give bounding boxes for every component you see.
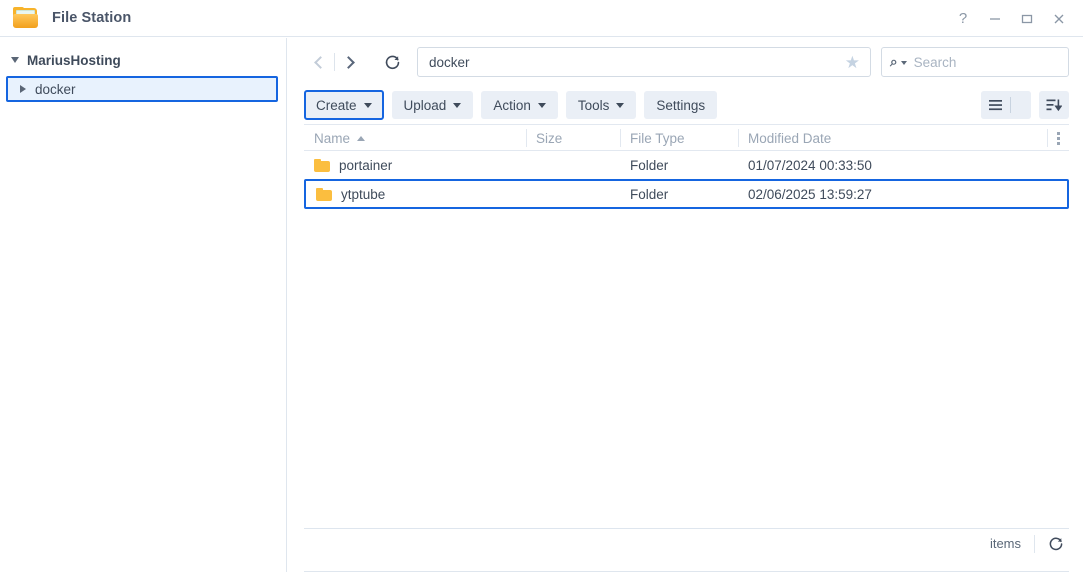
column-divider[interactable] <box>526 129 527 147</box>
refresh-icon <box>1049 537 1063 550</box>
file-list-header: Name Size File Type Modified Date <box>304 124 1069 151</box>
list-view-button[interactable] <box>981 91 1010 119</box>
chevron-down-icon <box>453 102 462 108</box>
folder-icon <box>314 158 330 172</box>
chevron-down-icon <box>616 102 625 108</box>
app-folder-icon <box>13 7 39 29</box>
upload-button-label: Upload <box>403 97 447 113</box>
chevron-down-icon <box>363 102 372 108</box>
tools-button-label: Tools <box>577 97 610 113</box>
column-label-name: Name <box>314 130 351 146</box>
sidebar-item-label: docker <box>35 81 76 97</box>
path-bar[interactable]: docker ★ <box>417 47 871 77</box>
file-type: Folder <box>630 157 669 173</box>
column-label-size: Size <box>536 130 563 146</box>
maximize-icon <box>1021 14 1033 23</box>
close-icon <box>1054 14 1064 23</box>
view-mode-dropdown[interactable] <box>1011 91 1031 119</box>
search-icon[interactable]: ⌕ <box>890 54 898 70</box>
search-bar[interactable]: ⌕ Search <box>881 47 1069 77</box>
settings-button[interactable]: Settings <box>644 91 718 119</box>
action-button-label: Action <box>493 97 531 113</box>
column-header-modified[interactable]: Modified Date <box>738 125 1048 151</box>
chevron-down-icon[interactable] <box>11 57 19 63</box>
column-divider[interactable] <box>620 129 621 147</box>
chevron-down-icon <box>537 102 546 108</box>
cell-size <box>528 181 622 207</box>
maximize-button[interactable] <box>1011 4 1043 34</box>
file-type: Folder <box>630 186 669 202</box>
search-input[interactable]: Search <box>914 55 957 70</box>
title-bar: File Station ? <box>0 0 1083 37</box>
column-header-size[interactable]: Size <box>526 125 620 151</box>
forward-arrow-icon <box>342 55 355 69</box>
forward-button[interactable] <box>335 47 365 77</box>
more-options-icon <box>1056 131 1060 145</box>
window-controls: ? <box>947 0 1075 37</box>
cell-modified: 02/06/2025 13:59:27 <box>738 181 1048 207</box>
back-arrow-icon <box>314 55 327 69</box>
folder-icon <box>316 187 332 201</box>
view-mode-control <box>981 91 1031 119</box>
close-button[interactable] <box>1043 4 1075 34</box>
file-modified: 01/07/2024 00:33:50 <box>748 157 872 173</box>
sidebar-root-label: MariusHosting <box>27 52 121 68</box>
column-label-filetype: File Type <box>630 130 685 146</box>
column-header-name[interactable]: Name <box>304 125 526 151</box>
table-row[interactable]: ytptube Folder 02/06/2025 13:59:27 <box>304 179 1069 209</box>
status-divider <box>1034 534 1035 553</box>
window-title: File Station <box>52 10 132 26</box>
action-toolbar: Create Upload Action Tools Settings <box>288 86 1083 124</box>
sort-button[interactable] <box>1039 91 1069 119</box>
nav-arrow-group <box>304 47 365 77</box>
minimize-button[interactable] <box>979 4 1011 34</box>
list-view-icon <box>989 100 1002 111</box>
file-name: ytptube <box>341 186 386 202</box>
search-chevron-down-icon[interactable] <box>900 61 907 65</box>
table-row[interactable]: portainer Folder 01/07/2024 00:33:50 <box>304 151 1069 179</box>
help-icon: ? <box>958 10 968 27</box>
cell-name: portainer <box>304 151 526 179</box>
column-header-filetype[interactable]: File Type <box>620 125 738 151</box>
cell-filetype: Folder <box>620 151 738 179</box>
status-bar: items <box>304 528 1069 558</box>
minimize-icon <box>990 17 1000 20</box>
refresh-button[interactable] <box>377 47 407 77</box>
column-divider[interactable] <box>738 129 739 147</box>
back-button[interactable] <box>304 47 334 77</box>
sort-ascending-icon <box>357 135 366 141</box>
file-list-body: portainer Folder 01/07/2024 00:33:50 ytp… <box>304 151 1069 209</box>
item-count-label: items <box>989 536 1021 551</box>
action-button[interactable]: Action <box>481 91 558 119</box>
navigation-bar: docker ★ ⌕ Search <box>288 38 1083 86</box>
file-modified: 02/06/2025 13:59:27 <box>748 186 872 202</box>
chevron-right-icon[interactable] <box>20 85 26 93</box>
main-panel: docker ★ ⌕ Search Create Upload Action T… <box>288 38 1083 572</box>
settings-button-label: Settings <box>656 97 706 113</box>
upload-button[interactable]: Upload <box>391 91 474 119</box>
file-station-window: File Station ? MariusHosting docker dock… <box>0 0 1083 572</box>
path-input[interactable]: docker <box>429 55 843 70</box>
file-name: portainer <box>339 157 393 173</box>
cell-size <box>526 151 620 179</box>
cell-name: ytptube <box>306 181 528 207</box>
column-options-button[interactable] <box>1047 125 1069 151</box>
refresh-icon <box>385 55 399 69</box>
star-icon[interactable]: ★ <box>843 54 862 71</box>
create-button-label: Create <box>316 97 357 113</box>
tools-button[interactable]: Tools <box>565 91 637 119</box>
create-button[interactable]: Create <box>304 90 384 120</box>
column-divider <box>1047 129 1048 147</box>
sidebar-item-docker[interactable]: docker <box>6 76 278 102</box>
help-button[interactable]: ? <box>947 4 979 34</box>
sort-descending-icon <box>1046 99 1062 112</box>
sidebar: MariusHosting docker <box>0 38 287 572</box>
sidebar-root-mariushosting[interactable]: MariusHosting <box>0 48 286 72</box>
column-label-modified: Modified Date <box>748 130 832 146</box>
cell-modified: 01/07/2024 00:33:50 <box>738 151 1048 179</box>
status-refresh-button[interactable] <box>1043 531 1069 557</box>
cell-filetype: Folder <box>620 181 738 207</box>
